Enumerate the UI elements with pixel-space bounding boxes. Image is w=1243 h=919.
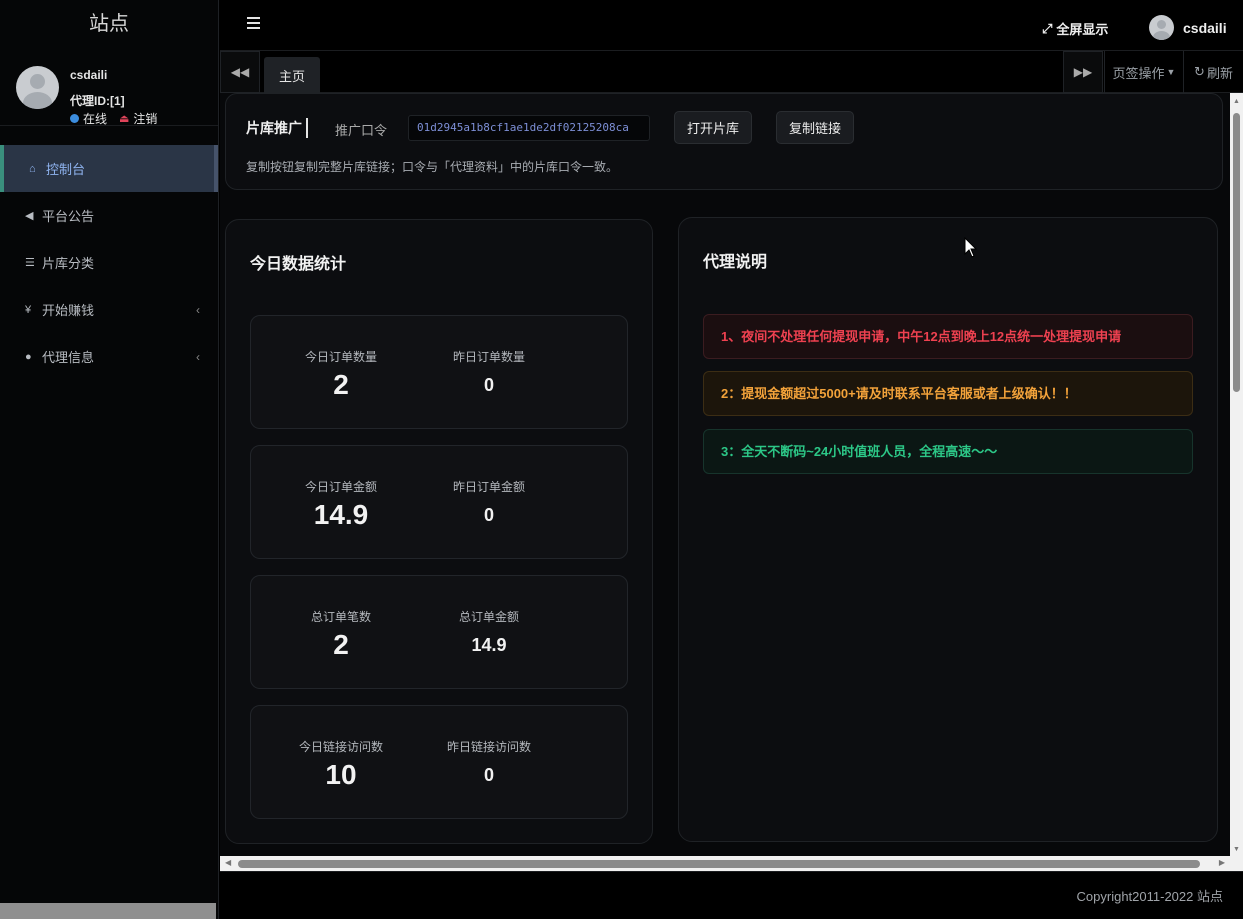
user-panel: csdaili 代理ID:[1] 在线 ⏏ 注销 [0, 50, 218, 126]
fullscreen-button[interactable]: ⤢ 全屏显示 [1042, 19, 1108, 38]
promo-panel: 片库推广 推广口令 01d2945a1b8cf1ae1de2df02125208… [225, 93, 1223, 190]
promo-title: 片库推广 [246, 118, 308, 138]
stat-card: 今日订单数量 2 昨日订单数量 0 [250, 315, 628, 429]
logout-icon[interactable]: ⏏ [119, 112, 129, 125]
stat-value: 14.9 [471, 635, 507, 655]
stat-label: 今日订单数量 [304, 350, 377, 364]
notice-item: 1、夜间不处理任何提现申请，中午12点到晚上12点统一处理提现申请 [703, 314, 1193, 359]
stat-value: 0 [483, 765, 494, 785]
sidebar-item-agent-info[interactable]: ● 代理信息 ‹ [0, 333, 218, 380]
tab-scroll-right-icon[interactable]: ▶▶ [1063, 51, 1103, 93]
online-status-icon [70, 114, 79, 123]
stat-label: 今日链接访问数 [298, 740, 383, 754]
sidebar-item-earn[interactable]: ¥ 开始赚钱 ‹ [0, 286, 218, 333]
sidebar-item-label: 控制台 [46, 162, 86, 177]
header-user-name[interactable]: csdaili [1183, 20, 1227, 36]
online-label: 在线 [83, 112, 108, 126]
stat-value: 0 [483, 375, 494, 395]
fullscreen-label: 全屏显示 [1056, 22, 1109, 37]
sidebar-item-categories[interactable]: ☰ 片库分类 [0, 239, 218, 286]
scroll-up-icon[interactable]: ▲ [1233, 98, 1240, 105]
main-content: 片库推广 推广口令 01d2945a1b8cf1ae1de2df02125208… [220, 93, 1230, 856]
vertical-scrollbar[interactable]: ▲ ▼ [1230, 93, 1243, 856]
bullhorn-icon: ◀ [25, 210, 34, 222]
stat-label: 昨日订单数量 [452, 350, 525, 364]
sidebar-menu: ⌂ 控制台 ◀ 平台公告 ☰ 片库分类 ¥ 开始赚钱 ‹ ● 代理信息 ‹ [0, 145, 218, 380]
promo-code-label: 推广口令 [335, 123, 388, 138]
copyright-text: Copyright2011-2022 站点 [1076, 889, 1223, 904]
agent-notes-title: 代理说明 [703, 254, 768, 271]
scrollbar-thumb[interactable] [1233, 113, 1240, 392]
open-library-button[interactable]: 打开片库 [674, 111, 752, 144]
tab-home[interactable]: 主页 [264, 57, 320, 93]
footer: Copyright2011-2022 站点 [220, 871, 1243, 919]
logout-link[interactable]: 注销 [133, 110, 157, 127]
stat-value: 10 [325, 759, 357, 790]
sidebar-item-label: 片库分类 [42, 256, 95, 271]
yen-icon: ¥ [25, 303, 32, 316]
sidebar-item-label: 代理信息 [42, 350, 95, 365]
scroll-down-icon[interactable]: ▼ [1233, 846, 1240, 853]
agent-notes-panel: 代理说明 1、夜间不处理任何提现申请，中午12点到晚上12点统一处理提现申请 2… [678, 217, 1218, 842]
list-icon: ☰ [25, 257, 35, 269]
horizontal-scrollbar[interactable]: ◀ ▶ [220, 856, 1230, 871]
home-icon: ⌂ [29, 162, 36, 175]
stat-card: 总订单笔数 2 总订单金额 14.9 [250, 575, 628, 689]
sidebar-item-label: 平台公告 [42, 209, 95, 224]
menu-toggle-icon[interactable] [247, 17, 260, 29]
scroll-left-icon[interactable]: ◀ [225, 858, 231, 867]
stats-panel: 今日数据统计 今日订单数量 2 昨日订单数量 0 今日订单金额 14.9 昨日订单金额… [225, 219, 653, 844]
sidebar: 站点 csdaili 代理ID:[1] 在线 ⏏ 注销 ⌂ 控制台 ◀ 平台公告… [0, 0, 219, 919]
user-icon: ● [25, 350, 32, 363]
expand-icon: ⤢ [1042, 20, 1053, 36]
stat-label: 总订单金额 [458, 610, 519, 624]
chevron-left-icon: ‹ [196, 349, 200, 364]
site-logo[interactable]: 站点 [0, 0, 218, 50]
user-status: 在线 ⏏ 注销 [70, 110, 157, 127]
scrollbar-corner [1230, 856, 1243, 871]
user-name: csdaili [70, 68, 108, 82]
stat-value: 14.9 [313, 499, 369, 530]
refresh-label: 刷新 [1206, 65, 1233, 81]
refresh-icon: ↻ [1194, 64, 1205, 79]
mouse-cursor-icon [964, 237, 978, 258]
header-avatar[interactable] [1149, 15, 1174, 40]
agent-id: 代理ID:[1] [70, 94, 125, 108]
scroll-right-icon[interactable]: ▶ [1219, 858, 1225, 867]
stat-card: 今日链接访问数 10 昨日链接访问数 0 [250, 705, 628, 819]
stat-label: 总订单笔数 [310, 610, 371, 624]
stat-value: 2 [333, 369, 349, 400]
stat-label: 今日订单金额 [304, 480, 377, 494]
stat-label: 昨日订单金额 [452, 480, 525, 494]
stat-card: 今日订单金额 14.9 昨日订单金额 0 [250, 445, 628, 559]
caret-down-icon: ▼ [1166, 67, 1176, 77]
sidebar-scrollbar[interactable] [0, 903, 216, 919]
sidebar-item-announcements[interactable]: ◀ 平台公告 [0, 192, 218, 239]
notice-item: 2：提现金额超过5000+请及时联系平台客服或者上级确认！！ [703, 371, 1193, 416]
refresh-button[interactable]: ↻ 刷新 [1183, 51, 1243, 93]
sidebar-item-label: 开始赚钱 [42, 303, 95, 318]
tab-operations-label: 页签操作 [1112, 65, 1165, 81]
chevron-left-icon: ‹ [196, 302, 200, 317]
tab-scroll-left-icon[interactable]: ◀◀ [220, 51, 260, 93]
promo-description: 复制按钮复制完整片库链接；口令与「代理资料」中的片库口令一致。 [246, 160, 619, 174]
tab-bar: ◀◀ 主页 ▶▶ 页签操作 ▼ ↻ 刷新 [220, 51, 1243, 93]
stat-value: 2 [333, 629, 349, 660]
avatar [16, 66, 59, 109]
stats-title: 今日数据统计 [250, 256, 347, 273]
stat-value: 0 [483, 505, 494, 525]
scrollbar-thumb[interactable] [238, 860, 1200, 868]
notice-item: 3：全天不断码~24小时值班人员，全程高速～～ [703, 429, 1193, 474]
top-header: ⤢ 全屏显示 csdaili [220, 0, 1243, 51]
promo-code-field[interactable]: 01d2945a1b8cf1ae1de2df02125208ca [408, 115, 650, 141]
stat-label: 昨日链接访问数 [446, 740, 531, 754]
tab-operations-dropdown[interactable]: 页签操作 ▼ [1104, 51, 1183, 93]
copy-link-button[interactable]: 复制链接 [776, 111, 854, 144]
sidebar-item-dashboard[interactable]: ⌂ 控制台 [0, 145, 218, 192]
